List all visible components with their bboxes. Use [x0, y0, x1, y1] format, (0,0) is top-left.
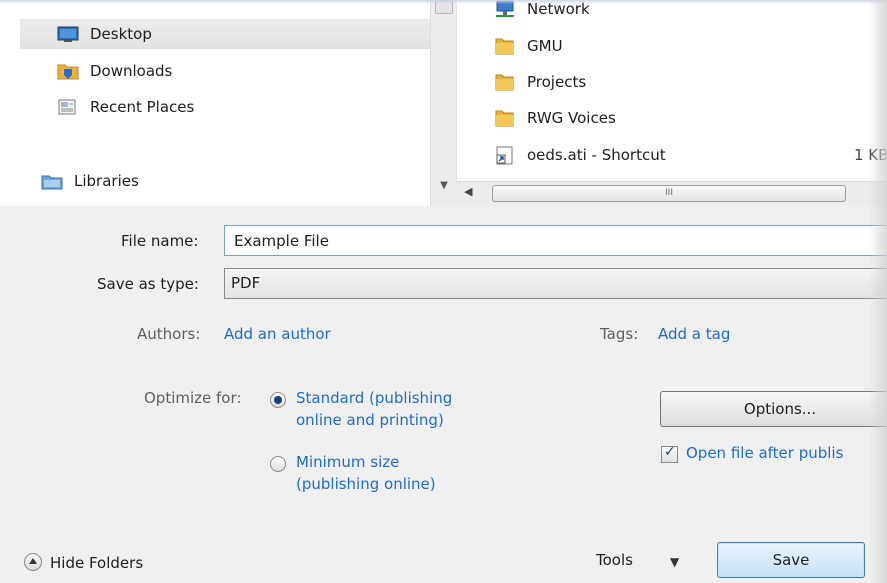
nav-item-libraries[interactable]: Libraries: [40, 166, 416, 196]
navigation-pane: Desktop Downloads Recent Places Librarie…: [0, 0, 456, 206]
optimize-standard-label[interactable]: Standard (publishing online and printing…: [296, 387, 452, 431]
save-as-type-label: Save as type:: [97, 275, 199, 293]
recent-places-icon: [56, 97, 80, 117]
optimize-for-label: Optimize for:: [144, 389, 242, 407]
file-item-label: Projects: [527, 73, 587, 91]
file-item-oeds-shortcut[interactable]: oeds.ati - Shortcut 1 KB: [493, 140, 887, 170]
nav-item-label: Recent Places: [90, 98, 195, 116]
shortcut-icon: [493, 145, 517, 165]
nav-item-label: Libraries: [74, 172, 139, 190]
file-list-pane: Network GMU Projects RWG Voices oeds.ati…: [456, 0, 887, 206]
open-after-publish-checkbox[interactable]: [661, 444, 678, 463]
hide-folders-label[interactable]: Hide Folders: [50, 554, 143, 572]
radio-label-line: online and printing): [296, 411, 444, 429]
nav-vertical-scrollbar[interactable]: ▼: [430, 0, 456, 206]
folder-icon: [493, 108, 517, 128]
nav-item-recent-places[interactable]: Recent Places: [56, 92, 416, 122]
file-name-input[interactable]: [224, 225, 887, 256]
file-item-gmu[interactable]: GMU: [493, 31, 887, 61]
tools-label[interactable]: Tools: [596, 551, 633, 569]
horizontal-scroll-thumb[interactable]: III: [492, 185, 846, 202]
downloads-folder-icon: [56, 61, 80, 81]
save-button[interactable]: Save: [717, 542, 865, 578]
file-item-label: GMU: [527, 37, 563, 55]
scroll-grip: III: [665, 188, 673, 198]
desktop-icon: [56, 24, 80, 44]
scroll-left-arrow-icon[interactable]: ◀: [464, 185, 472, 198]
nav-item-desktop[interactable]: Desktop: [20, 19, 430, 49]
save-as-pdf-dialog: Desktop Downloads Recent Places Librarie…: [0, 0, 887, 583]
folder-icon: [493, 36, 517, 56]
hide-folders-icon[interactable]: [24, 553, 42, 571]
optimize-minimum-label[interactable]: Minimum size (publishing online): [296, 451, 436, 495]
chevron-down-icon[interactable]: ▼: [670, 555, 679, 569]
file-item-label: RWG Voices: [527, 109, 616, 127]
save-as-type-select[interactable]: PDF: [224, 268, 887, 299]
optimize-standard-radio[interactable]: [270, 392, 286, 408]
radio-label-line: Standard (publishing: [296, 389, 453, 407]
radio-label-line: Minimum size: [296, 453, 400, 471]
file-item-projects[interactable]: Projects: [493, 67, 887, 97]
scroll-down-arrow-icon[interactable]: ▼: [437, 180, 451, 194]
file-item-rwg-voices[interactable]: RWG Voices: [493, 103, 887, 133]
window-frame-top: [0, 0, 887, 4]
nav-item-downloads[interactable]: Downloads: [56, 56, 416, 86]
browser-area: Desktop Downloads Recent Places Librarie…: [0, 0, 887, 206]
authors-label: Authors:: [137, 325, 201, 343]
folder-icon: [493, 72, 517, 92]
add-author-link[interactable]: Add an author: [224, 325, 331, 343]
save-as-type-value: PDF: [231, 274, 261, 292]
libraries-icon: [40, 171, 64, 191]
nav-item-label: Desktop: [90, 25, 152, 43]
radio-label-line: (publishing online): [296, 475, 436, 493]
add-tag-link[interactable]: Add a tag: [658, 325, 730, 343]
file-name-label: File name:: [121, 232, 199, 250]
open-after-publish-label[interactable]: Open file after publis: [686, 444, 843, 462]
options-button[interactable]: Options...: [660, 391, 887, 427]
file-horizontal-scrollbar[interactable]: ◀ III: [456, 181, 887, 206]
optimize-minimum-radio[interactable]: [270, 456, 286, 472]
tags-label: Tags:: [600, 325, 639, 343]
file-item-label: oeds.ati - Shortcut: [527, 146, 666, 164]
window-frame-edge: [869, 0, 887, 583]
nav-item-label: Downloads: [90, 62, 173, 80]
